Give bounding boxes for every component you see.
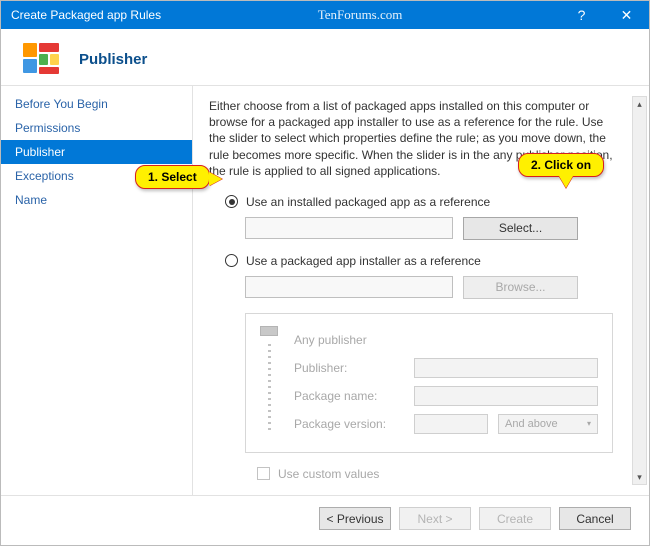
- installed-app-reference-field: [245, 217, 453, 239]
- create-button: Create: [479, 507, 551, 530]
- scroll-up-arrow-icon[interactable]: ▴: [633, 97, 646, 111]
- publisher-slider-panel: Any publisher Publisher: Package name: P…: [245, 313, 613, 453]
- close-icon[interactable]: ✕: [604, 1, 649, 29]
- specificity-slider[interactable]: [260, 326, 278, 438]
- publisher-field: [414, 358, 598, 378]
- chevron-down-icon: ▾: [587, 419, 591, 428]
- vertical-scrollbar[interactable]: ▴ ▾: [632, 96, 647, 485]
- installer-reference-field: [245, 276, 453, 298]
- use-custom-values-checkbox-row: Use custom values: [257, 467, 629, 481]
- sidebar-item-publisher[interactable]: Publisher: [1, 140, 192, 164]
- package-name-field: [414, 386, 598, 406]
- watermark: TenForums.com: [318, 7, 403, 23]
- slider-row-package-version-label: Package version:: [294, 417, 404, 431]
- window-title: Create Packaged app Rules: [11, 8, 161, 22]
- package-version-field: [414, 414, 488, 434]
- slider-thumb[interactable]: [260, 326, 278, 336]
- radio-installer-label: Use a packaged app installer as a refere…: [246, 254, 481, 268]
- radio-installed-label: Use an installed packaged app as a refer…: [246, 195, 490, 209]
- sidebar-item-permissions[interactable]: Permissions: [1, 116, 192, 140]
- next-button: Next >: [399, 507, 471, 530]
- use-custom-values-label: Use custom values: [278, 467, 379, 481]
- radio-icon[interactable]: [225, 254, 238, 267]
- annotation-step-1: 1. Select: [135, 165, 210, 189]
- annotation-step-2: 2. Click on: [518, 153, 604, 177]
- slider-row-any-publisher: Any publisher: [294, 333, 404, 347]
- scroll-down-arrow-icon[interactable]: ▾: [633, 470, 646, 484]
- browse-button: Browse...: [463, 276, 578, 299]
- help-icon[interactable]: ?: [559, 1, 604, 29]
- titlebar: Create Packaged app Rules TenForums.com …: [1, 1, 649, 29]
- radio-installed-app[interactable]: Use an installed packaged app as a refer…: [225, 195, 629, 209]
- radio-icon[interactable]: [225, 195, 238, 208]
- select-button[interactable]: Select...: [463, 217, 578, 240]
- version-comparison-select: And above ▾: [498, 414, 598, 434]
- previous-button[interactable]: < Previous: [319, 507, 391, 530]
- main-panel: Either choose from a list of packaged ap…: [193, 86, 649, 495]
- packaged-app-icon: [23, 43, 61, 75]
- wizard-footer: < Previous Next > Create Cancel: [1, 495, 649, 541]
- use-custom-values-checkbox: [257, 467, 270, 480]
- sidebar-item-before-you-begin[interactable]: Before You Begin: [1, 92, 192, 116]
- page-title: Publisher: [79, 51, 147, 68]
- radio-installer-app[interactable]: Use a packaged app installer as a refere…: [225, 254, 629, 268]
- slider-row-package-name-label: Package name:: [294, 389, 404, 403]
- slider-row-publisher-label: Publisher:: [294, 361, 404, 375]
- wizard-steps-sidebar: Before You Begin Permissions Publisher E…: [1, 86, 193, 495]
- sidebar-item-name[interactable]: Name: [1, 188, 192, 212]
- page-header: Publisher: [1, 29, 649, 85]
- cancel-button[interactable]: Cancel: [559, 507, 631, 530]
